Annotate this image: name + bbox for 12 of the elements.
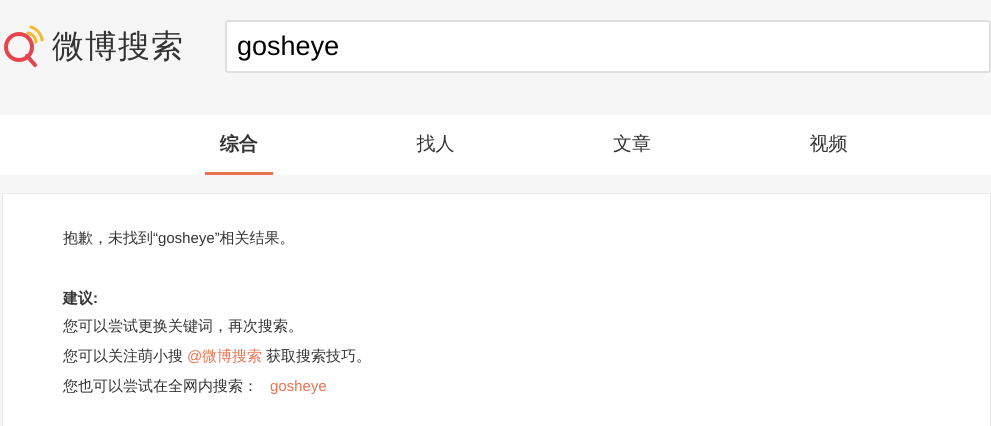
suggestion-text: 您可以关注萌小搜 @微博搜索 获取搜索技巧。 [63,347,372,367]
suggestion-heading: 建议: [63,289,98,309]
search-field[interactable]: gosheye [225,20,991,73]
suggestion-text: 您也可以尝试在全网内搜索： gosheye [63,377,327,397]
logo-icon [2,24,44,68]
tab[interactable]: 视频 [794,115,862,175]
logo-text: 微博搜索 [52,30,184,62]
tab[interactable]: 找人 [402,115,469,175]
tab[interactable]: 综合 [205,115,272,175]
tab[interactable]: 文章 [598,115,666,175]
suggestion-text: 您可以尝试更换关键词，再次搜索。 [63,317,303,337]
no-result-message: 抱歉，未找到“gosheye”相关结果。 [63,229,295,249]
